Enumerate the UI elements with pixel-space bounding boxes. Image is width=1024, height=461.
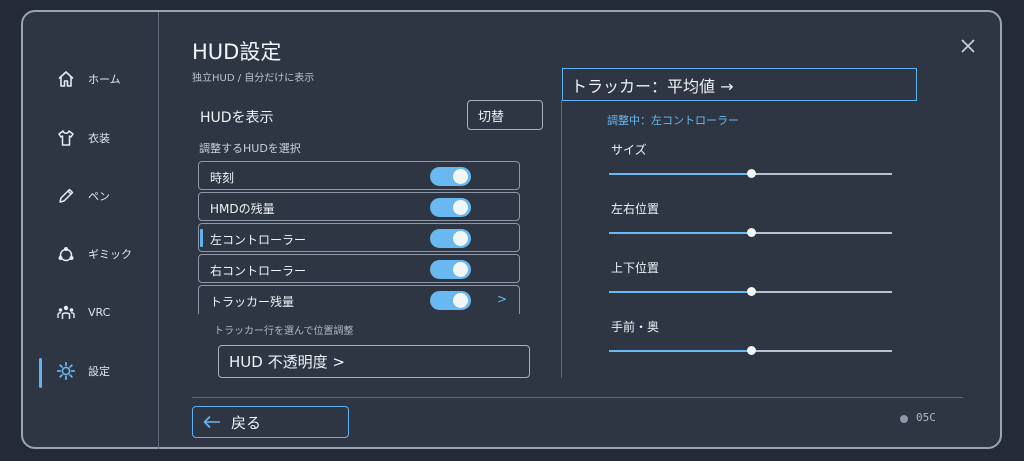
sidebar-divider xyxy=(158,12,159,449)
vertical-position-slider-label: 上下位置 xyxy=(611,261,660,275)
nav-item-label: ホーム xyxy=(88,73,121,86)
nav-item-costume[interactable]: 衣装 xyxy=(56,126,110,150)
switch-knob xyxy=(453,231,468,246)
hud-row-label: 時刻 xyxy=(210,171,235,185)
nav-active-indicator xyxy=(39,358,42,388)
nav-item-label: ペン xyxy=(88,190,110,203)
hud-row-clock[interactable]: 時刻 xyxy=(198,161,520,190)
close-icon[interactable] xyxy=(958,36,978,56)
hud-row-switch[interactable] xyxy=(430,198,471,217)
hud-row-switch[interactable] xyxy=(430,291,471,310)
back-button[interactable]: 戻る xyxy=(192,406,349,438)
hud-row-left-controller[interactable]: 左コントローラー xyxy=(198,223,520,252)
nav-item-settings[interactable]: 設定 xyxy=(56,359,110,383)
gear-icon xyxy=(56,361,76,381)
hud-row-tracker-battery[interactable]: トラッカー残量 > xyxy=(198,285,520,314)
slider-thumb[interactable] xyxy=(746,228,756,237)
depth-slider-label: 手前・奥 xyxy=(611,320,660,334)
hud-row-switch[interactable] xyxy=(430,260,471,279)
page-subtitle: 独立HUD / 自分だけに表示 xyxy=(192,73,315,84)
hud-opacity-button[interactable]: HUD 不透明度 > xyxy=(218,345,530,378)
slider-fill xyxy=(609,232,751,234)
page-title: HUD設定 xyxy=(192,40,282,64)
back-button-label: 戻る xyxy=(231,413,262,432)
slider-thumb[interactable] xyxy=(746,169,756,178)
tracker-hint: トラッカー行を選んで位置調整 xyxy=(214,326,354,337)
nav-item-label: VRC xyxy=(88,305,111,319)
slider-fill xyxy=(609,350,751,352)
arrow-left-icon xyxy=(203,415,220,429)
shirt-icon xyxy=(58,130,74,146)
hud-row-switch[interactable] xyxy=(430,167,471,186)
size-slider[interactable] xyxy=(609,169,892,179)
nav-item-gimmick[interactable]: ギミック xyxy=(56,242,132,266)
slider-fill xyxy=(609,291,751,293)
nav-item-vrc[interactable]: VRC xyxy=(56,300,110,324)
slider-fill xyxy=(609,173,751,175)
hud-row-label: 左コントローラー xyxy=(210,233,307,247)
hud-row-switch[interactable] xyxy=(430,229,471,248)
horizontal-position-slider[interactable] xyxy=(609,228,892,238)
hud-row-label: 右コントローラー xyxy=(210,264,307,278)
status-dot xyxy=(900,415,908,423)
hud-row-hmd-battery[interactable]: HMDの残量 xyxy=(198,192,520,221)
size-slider-label: サイズ xyxy=(611,143,647,157)
hud-row-right-controller[interactable]: 右コントローラー xyxy=(198,254,520,283)
nav-item-label: 衣装 xyxy=(88,132,110,145)
adjusting-target-label: 調整中：左コントローラー xyxy=(607,114,739,127)
switch-knob xyxy=(453,169,468,184)
slider-thumb[interactable] xyxy=(746,346,756,355)
gimmick-icon xyxy=(58,247,74,262)
horizontal-position-slider-label: 左右位置 xyxy=(611,202,660,216)
hud-row-label: HMDの残量 xyxy=(210,202,275,216)
home-icon xyxy=(58,71,74,87)
nav-item-label: ギミック xyxy=(88,248,132,261)
footer-divider xyxy=(192,397,963,398)
nav-item-home[interactable]: ホーム xyxy=(56,67,121,91)
switch-knob xyxy=(453,200,468,215)
nav-item-label: 設定 xyxy=(88,365,110,378)
column-divider xyxy=(561,100,562,378)
show-hud-toggle-button[interactable]: 切替 xyxy=(467,100,543,130)
nav-item-pen[interactable]: ペン xyxy=(56,184,110,208)
tracker-average-button[interactable]: トラッカー：平均値 → xyxy=(562,68,917,101)
pen-icon xyxy=(59,188,74,203)
vertical-position-slider[interactable] xyxy=(609,287,892,297)
hud-row-label: トラッカー残量 xyxy=(210,295,295,309)
hud-select-label: 調整するHUDを選択 xyxy=(199,142,301,155)
switch-knob xyxy=(453,293,468,308)
depth-slider[interactable] xyxy=(609,346,892,356)
chevron-right-icon: > xyxy=(497,292,508,306)
show-hud-label: HUDを表示 xyxy=(200,110,274,126)
switch-knob xyxy=(453,262,468,277)
slider-thumb[interactable] xyxy=(746,287,756,296)
status-text: 05C xyxy=(916,411,936,424)
users-icon xyxy=(57,305,75,319)
